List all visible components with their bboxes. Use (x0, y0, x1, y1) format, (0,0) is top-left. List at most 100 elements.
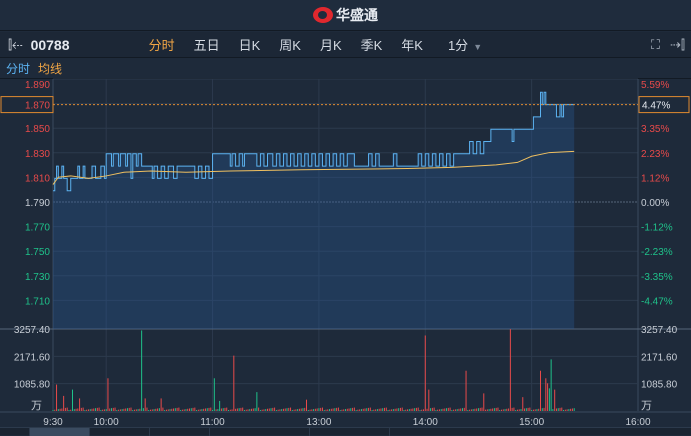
volume-bar (524, 408, 526, 411)
volume-bar (75, 408, 77, 411)
volume-bar (399, 407, 401, 411)
volume-bar (59, 408, 61, 411)
pct-tick: 1.12% (641, 173, 669, 184)
volume-bar (548, 388, 550, 411)
volume-bar (531, 409, 533, 411)
volume-bar (508, 408, 510, 411)
volume-bar (543, 407, 545, 411)
volume-bar (114, 407, 116, 411)
volume-bar (251, 408, 253, 411)
volume-bar (254, 408, 256, 411)
volume-tick: 2171.60 (14, 352, 51, 363)
volume-bar (307, 409, 309, 411)
volume-bar (527, 407, 529, 411)
volume-bar (137, 409, 139, 411)
volume-bar (233, 355, 235, 411)
volume-bar (267, 408, 268, 411)
volume-bar (249, 409, 251, 411)
volume-bar (164, 409, 166, 411)
volume-bar (277, 409, 279, 411)
volume-bar (316, 408, 318, 411)
volume-bar (196, 409, 198, 411)
volume-bar (302, 408, 304, 411)
volume-bar (376, 409, 378, 411)
volume-bar (190, 408, 192, 411)
volume-bar (545, 378, 547, 411)
time-label: 15:00 (519, 417, 544, 427)
volume-bar (384, 407, 385, 411)
volume-bar (259, 409, 261, 411)
volume-bar (194, 407, 196, 411)
volume-bar (412, 408, 414, 411)
volume-bar (57, 409, 59, 411)
volume-bar (270, 408, 272, 411)
volume-bar (116, 409, 118, 411)
volume-bar (105, 409, 107, 411)
volume-bar (571, 408, 573, 411)
volume-bar (197, 409, 199, 411)
time-label: 10:00 (94, 417, 119, 427)
volume-bar (132, 409, 134, 411)
volume-bar (89, 409, 91, 411)
pct-tick: -2.23% (641, 247, 673, 258)
volume-bar (391, 409, 393, 411)
volume-bar (359, 409, 361, 411)
volume-bar (128, 407, 130, 411)
volume-bar (226, 407, 228, 411)
volume-bar (424, 335, 426, 411)
volume-bar (98, 407, 100, 411)
volume-tick-right: 2171.60 (641, 352, 678, 363)
volume-bar (330, 408, 332, 411)
volume-bar (449, 407, 451, 411)
volume-bar (93, 408, 95, 411)
volume-bar (311, 409, 313, 411)
pct-tick: -4.47% (641, 296, 673, 307)
volume-bar (213, 378, 215, 411)
volume-bar (187, 408, 189, 411)
volume-bar (417, 407, 419, 411)
volume-bar (151, 409, 153, 411)
volume-bar (538, 408, 540, 411)
volume-bar (564, 409, 566, 411)
volume-bar (407, 409, 409, 411)
volume-bar (568, 409, 570, 411)
volume-bar (158, 408, 160, 411)
volume-bar (355, 409, 357, 411)
volume-bar (501, 409, 502, 411)
volume-bar (467, 409, 469, 411)
volume-bar (479, 407, 481, 411)
volume-bar (518, 409, 520, 411)
volume-bar (224, 407, 226, 411)
volume-bar (463, 407, 465, 411)
volume-bar (219, 400, 221, 411)
volume-bar (103, 409, 105, 411)
volume-bar (121, 409, 123, 411)
volume-bar (148, 409, 150, 411)
volume-bar (231, 409, 233, 411)
volume-bar (435, 409, 437, 411)
volume-bar (192, 407, 194, 411)
time-label: 9:30 (43, 417, 63, 427)
volume-bar (217, 409, 219, 411)
volume-bar (282, 408, 284, 411)
volume-bar (387, 409, 389, 411)
volume-bar (229, 409, 231, 411)
volume-bar (502, 409, 504, 411)
volume-bar (56, 384, 58, 411)
price-tick: 1.730 (25, 272, 50, 283)
volume-bar (550, 359, 552, 411)
intraday-chart[interactable]: 1.890 5.59% 1.870 1.850 3.35% 1.830 2.23% 1.810… (0, 0, 691, 427)
volume-bar (189, 408, 190, 411)
volume-bar (247, 409, 249, 411)
volume-bar (275, 409, 277, 411)
volume-bar (447, 407, 449, 411)
volume-bar (199, 409, 201, 411)
volume-bar (483, 393, 485, 411)
volume-bar (469, 409, 471, 411)
volume-bar (325, 409, 327, 411)
volume-bar (380, 408, 382, 411)
volume-bar (433, 407, 435, 411)
volume-bar (160, 398, 162, 411)
price-tick: 1.790 (25, 198, 50, 209)
volume-bar (109, 408, 111, 411)
